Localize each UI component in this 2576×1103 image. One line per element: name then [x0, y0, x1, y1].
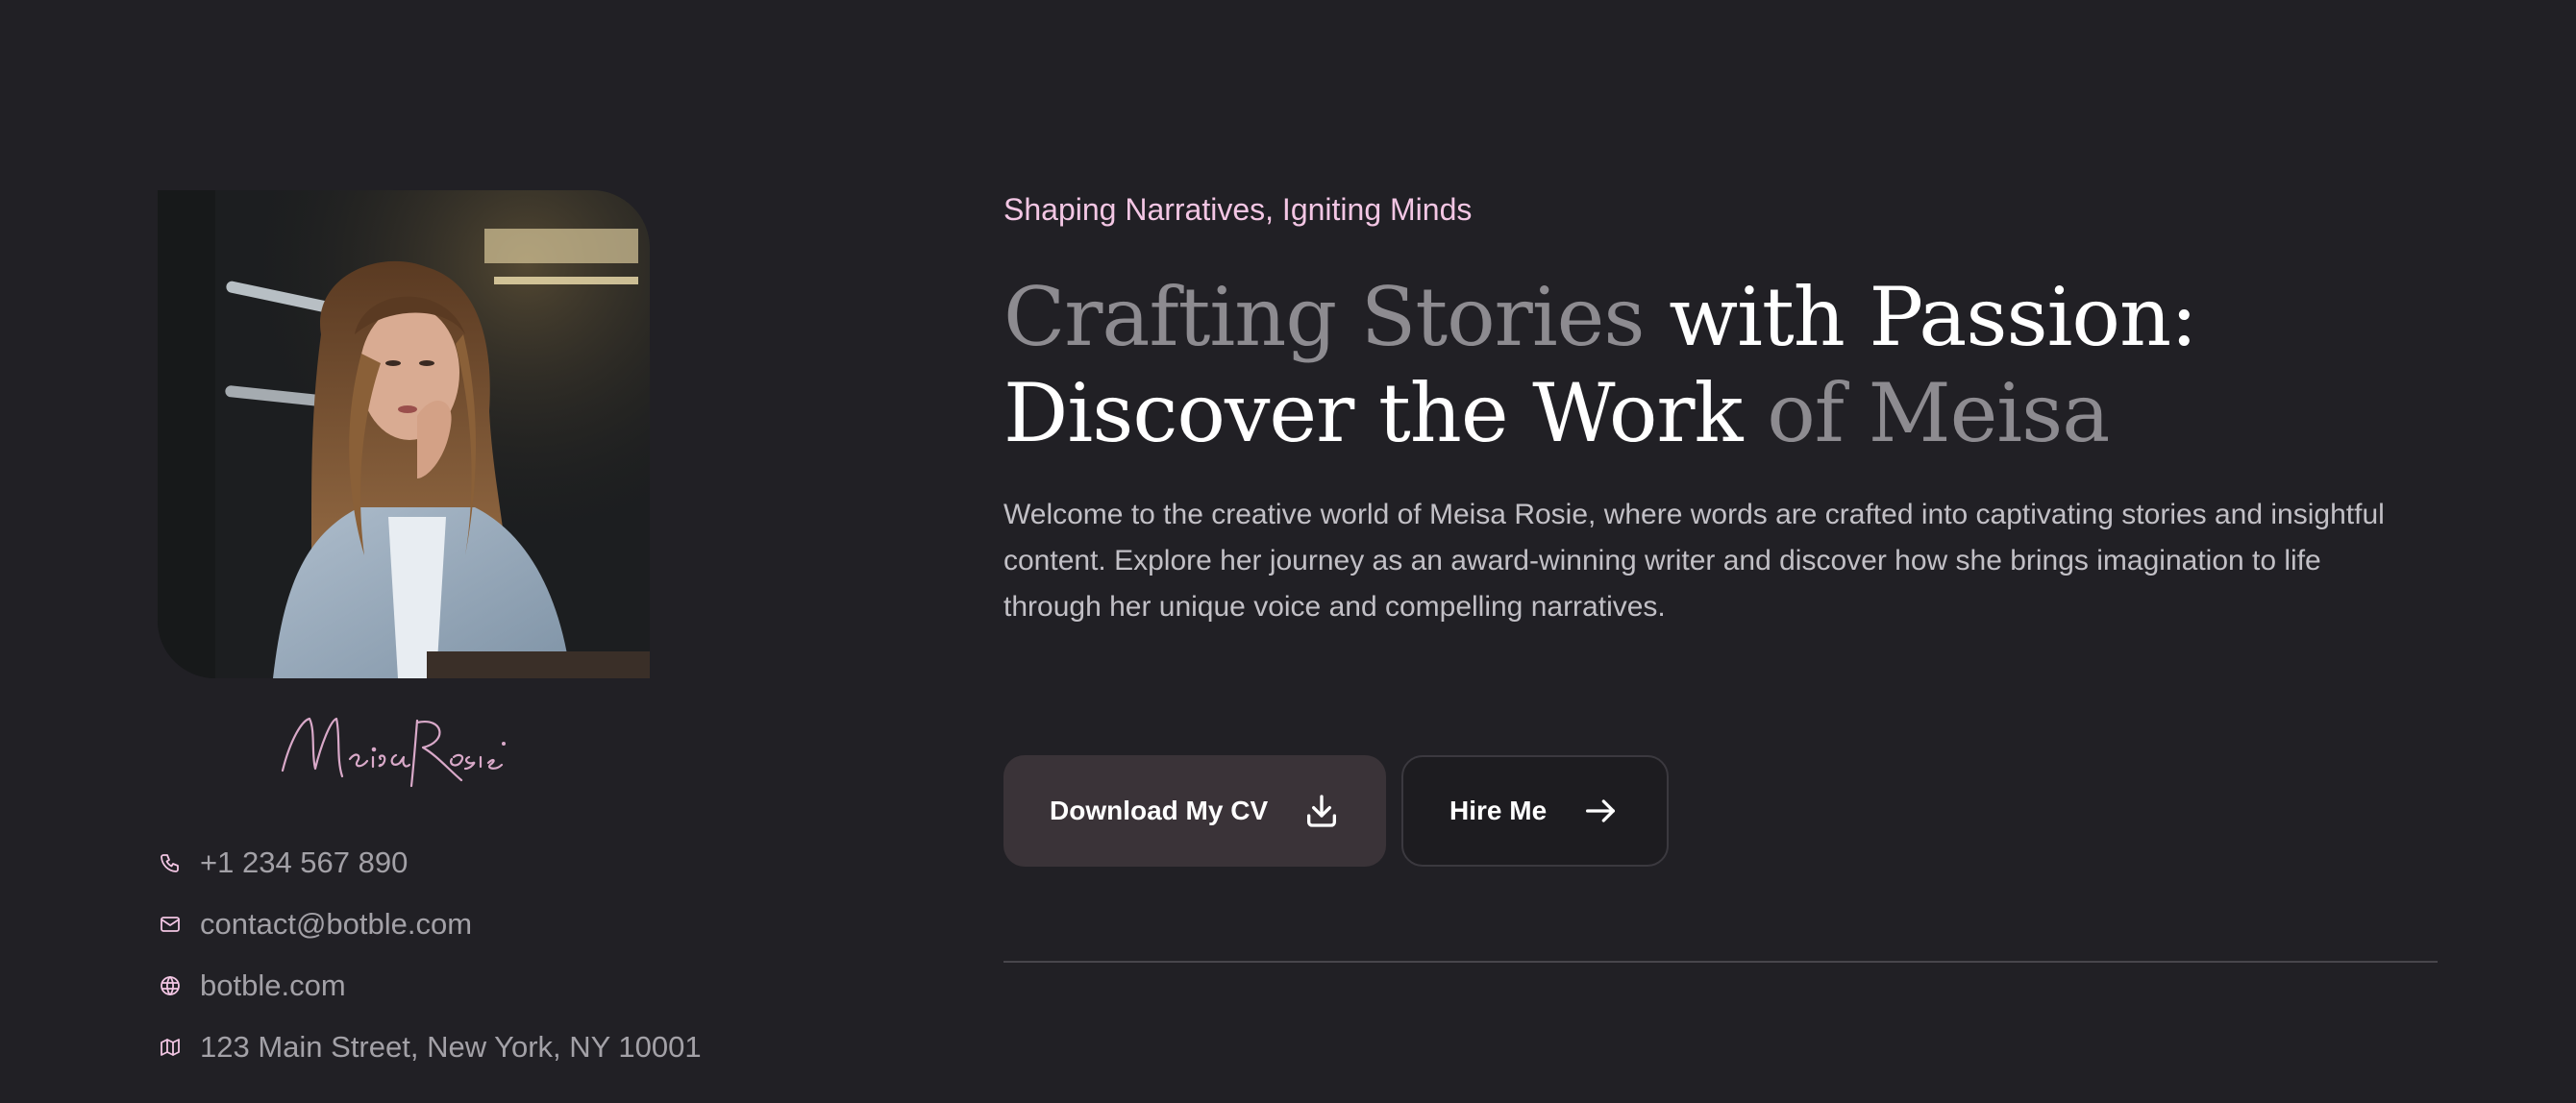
- contact-phone-text: +1 234 567 890: [200, 846, 409, 879]
- download-icon: [1302, 792, 1341, 830]
- globe-icon: [158, 973, 183, 998]
- contact-website-text: botble.com: [200, 968, 346, 1002]
- contact-website[interactable]: botble.com: [158, 955, 830, 1017]
- headline-part-2: with Passion:: [1644, 270, 2197, 364]
- contact-email[interactable]: contact@botble.com: [158, 894, 830, 955]
- portrait-photo: [158, 190, 650, 678]
- hire-me-button[interactable]: Hire Me: [1401, 755, 1669, 867]
- headline-part-1: Crafting Stories: [1003, 270, 1645, 364]
- signature: [273, 701, 523, 797]
- download-cv-button[interactable]: Download My CV: [1003, 755, 1386, 867]
- contact-email-text: contact@botble.com: [200, 907, 473, 941]
- download-cv-label: Download My CV: [1050, 796, 1269, 825]
- arrow-right-icon: [1581, 792, 1620, 830]
- hero-section: +1 234 567 890 contact@botble.com botble…: [0, 0, 2576, 1103]
- section-divider: [1003, 961, 2438, 963]
- headline-part-4: of Meisa: [1742, 366, 2110, 460]
- hero-intro: Welcome to the creative world of Meisa R…: [1003, 499, 2385, 623]
- contact-address[interactable]: 123 Main Street, New York, NY 10001: [158, 1017, 830, 1078]
- headline-part-3: Discover the Work: [1003, 366, 1743, 460]
- contact-address-text: 123 Main Street, New York, NY 10001: [200, 1030, 702, 1064]
- mail-icon: [158, 912, 183, 937]
- contact-phone[interactable]: +1 234 567 890: [158, 832, 830, 894]
- hero-headline: Crafting Stories with Passion: Discover t…: [1003, 269, 2349, 461]
- contact-list: +1 234 567 890 contact@botble.com botble…: [158, 832, 830, 1078]
- hire-me-label: Hire Me: [1449, 796, 1548, 825]
- phone-icon: [158, 850, 183, 875]
- hero-tagline: Shaping Narratives, Igniting Minds: [1003, 192, 1473, 227]
- map-icon: [158, 1035, 183, 1060]
